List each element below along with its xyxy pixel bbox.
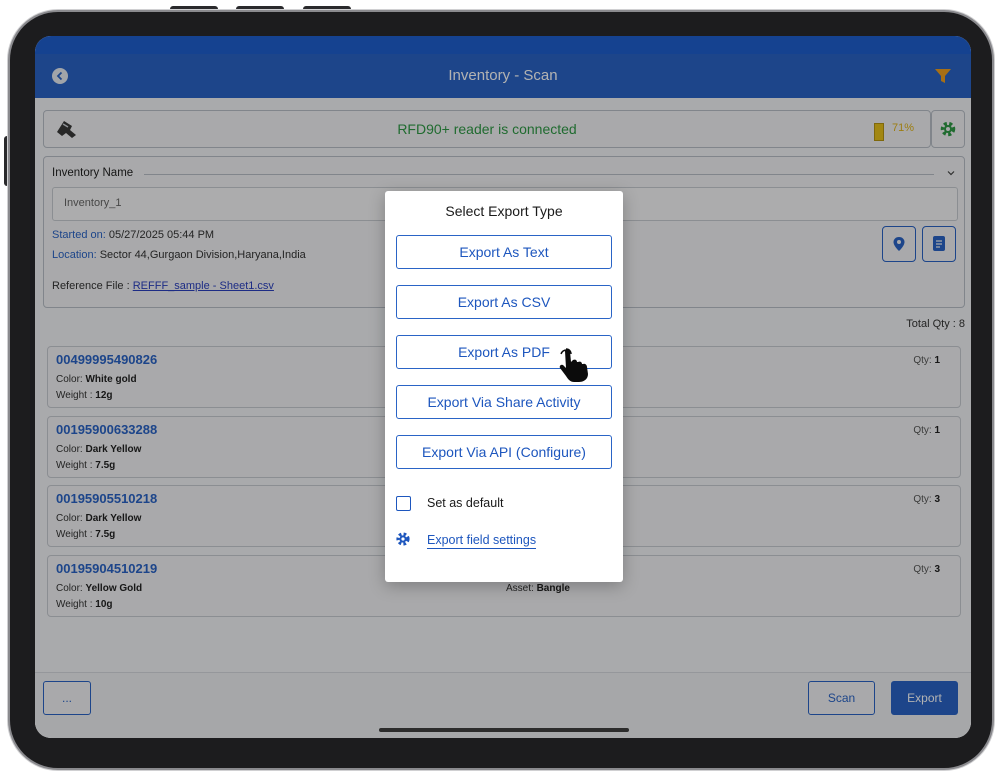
gear-icon	[395, 531, 411, 552]
export-api-button[interactable]: Export Via API (Configure)	[396, 435, 612, 469]
home-indicator	[379, 728, 629, 732]
export-csv-button[interactable]: Export As CSV	[396, 285, 612, 319]
set-default-checkbox[interactable]	[396, 496, 411, 511]
set-default-label: Set as default	[427, 496, 504, 510]
hand-pointer-icon	[555, 347, 595, 390]
export-text-button[interactable]: Export As Text	[396, 235, 612, 269]
export-field-settings-link[interactable]: Export field settings	[427, 533, 537, 549]
export-share-button[interactable]: Export Via Share Activity	[396, 385, 612, 419]
dialog-title: Select Export Type	[445, 203, 563, 219]
export-type-dialog: Select Export Type Export As Text Export…	[385, 191, 623, 582]
